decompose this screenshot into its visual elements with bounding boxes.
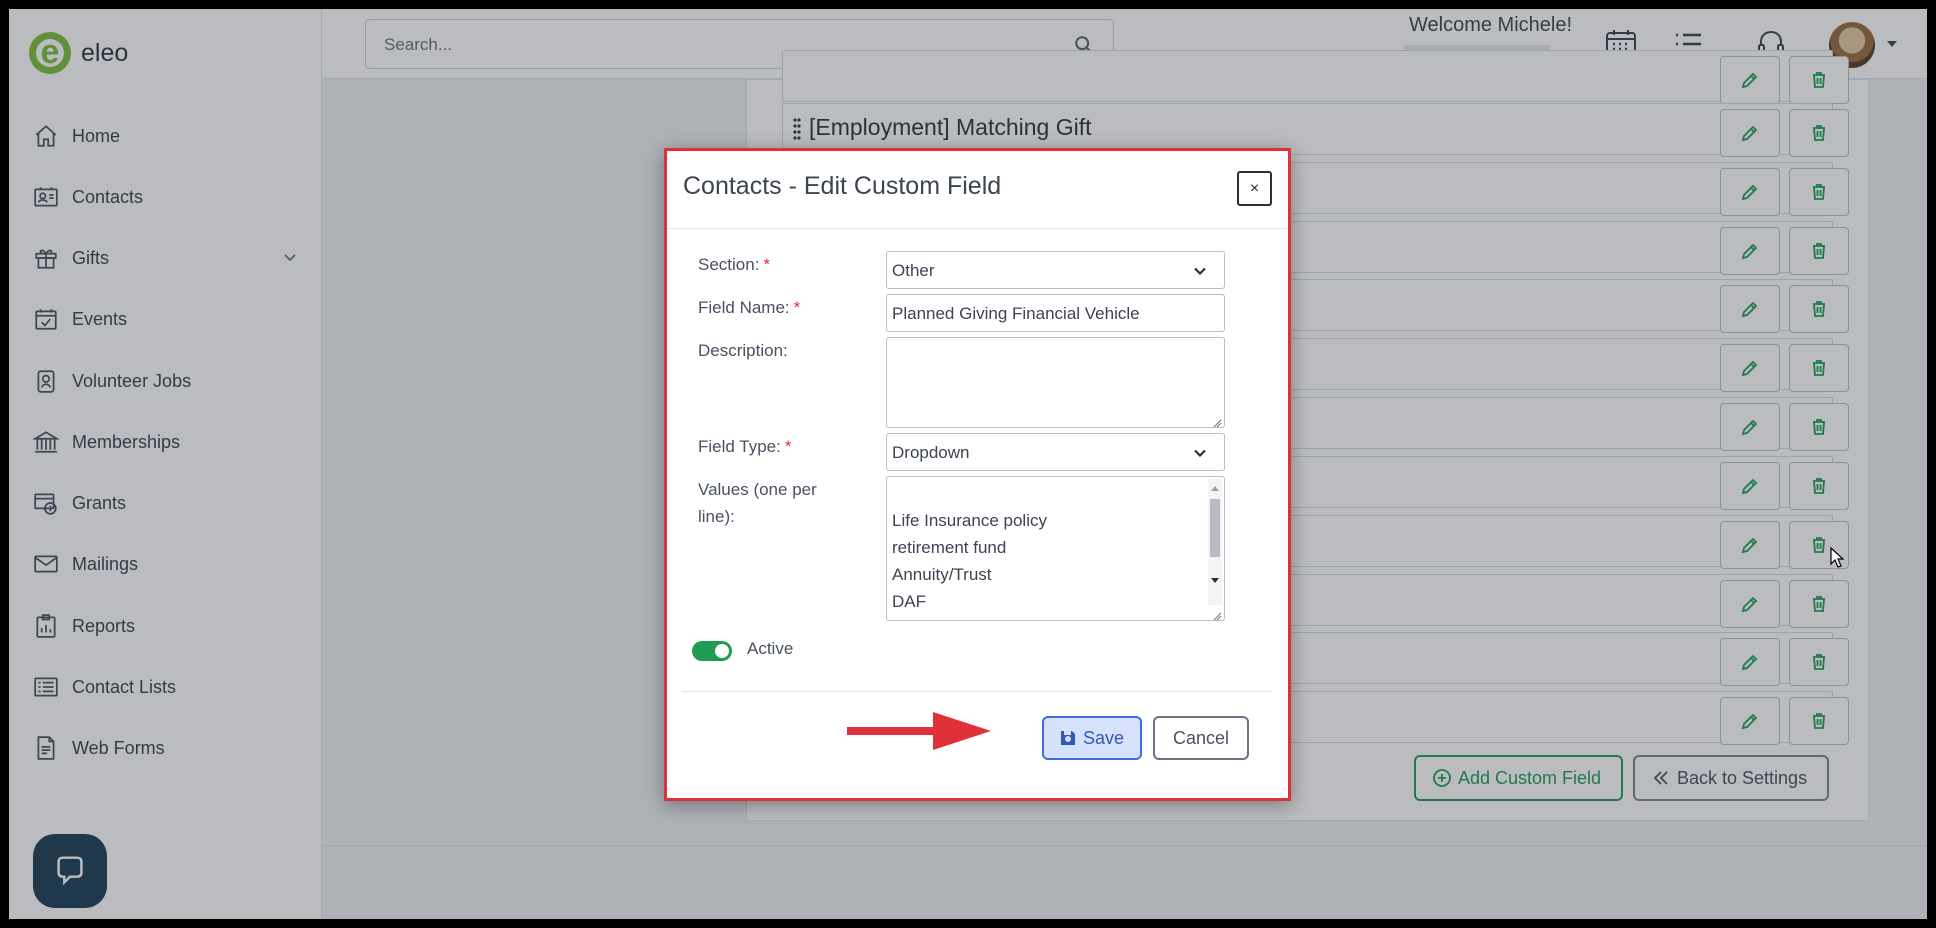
resize-handle-icon[interactable] [1212, 415, 1222, 428]
description-textarea[interactable] [886, 337, 1225, 428]
cancel-button[interactable]: Cancel [1153, 716, 1249, 760]
values-label: Values (one per line): [698, 480, 817, 526]
floppy-disk-icon [1060, 731, 1075, 745]
red-arrow-annotation-icon [847, 712, 991, 750]
field-type-value: Dropdown [892, 443, 970, 462]
app-window: eleo Home Contacts Gifts Events Voluntee… [9, 9, 1927, 919]
edit-custom-field-dialog: Contacts - Edit Custom Field × Section: *… [664, 148, 1291, 801]
dialog-footer-divider [682, 691, 1272, 692]
field-name-label-text: Field Name: [698, 298, 790, 317]
field-name-label: Field Name: * [698, 294, 800, 321]
values-textarea[interactable]: Life Insurance policy retirement fund An… [886, 476, 1225, 621]
save-label: Save [1082, 727, 1125, 748]
dialog-title: Contacts - Edit Custom Field [683, 172, 1002, 200]
required-marker: * [793, 298, 801, 317]
scrollbar-thumb[interactable] [1210, 499, 1220, 557]
section-label-text: Section: [698, 255, 760, 274]
required-marker: * [784, 437, 792, 456]
value-line: DAF [892, 592, 926, 611]
required-marker: * [763, 255, 771, 274]
chevron-down-icon [1192, 445, 1208, 461]
field-name-value: Planned Giving Financial Vehicle [892, 304, 1140, 323]
description-label: Description: [698, 341, 788, 360]
value-line: Life Insurance policy [892, 511, 1047, 530]
section-value: Other [892, 261, 935, 280]
dialog-header-divider [667, 228, 1288, 229]
close-button[interactable]: × [1237, 171, 1272, 206]
value-line: Annuity/Trust [892, 565, 992, 584]
resize-handle-icon[interactable] [1212, 608, 1222, 621]
chevron-down-icon [1192, 263, 1208, 279]
field-type-select[interactable]: Dropdown [886, 433, 1225, 471]
field-name-input[interactable]: Planned Giving Financial Vehicle [886, 294, 1225, 332]
active-toggle[interactable] [692, 641, 732, 661]
section-select[interactable]: Other [886, 251, 1225, 289]
scroll-down-arrow-icon[interactable] [1210, 577, 1220, 585]
active-label: Active [747, 639, 794, 658]
values-list: Life Insurance policy retirement fund An… [892, 507, 1047, 615]
mouse-cursor-icon [1830, 546, 1846, 569]
field-type-label-text: Field Type: [698, 437, 781, 456]
scroll-up-arrow-icon[interactable] [1210, 484, 1220, 492]
save-button[interactable]: Save [1042, 716, 1142, 760]
field-type-label: Field Type: * [698, 433, 791, 460]
section-label: Section: * [698, 251, 770, 278]
values-scrollbar[interactable] [1208, 479, 1222, 605]
value-line: retirement fund [892, 538, 1007, 557]
